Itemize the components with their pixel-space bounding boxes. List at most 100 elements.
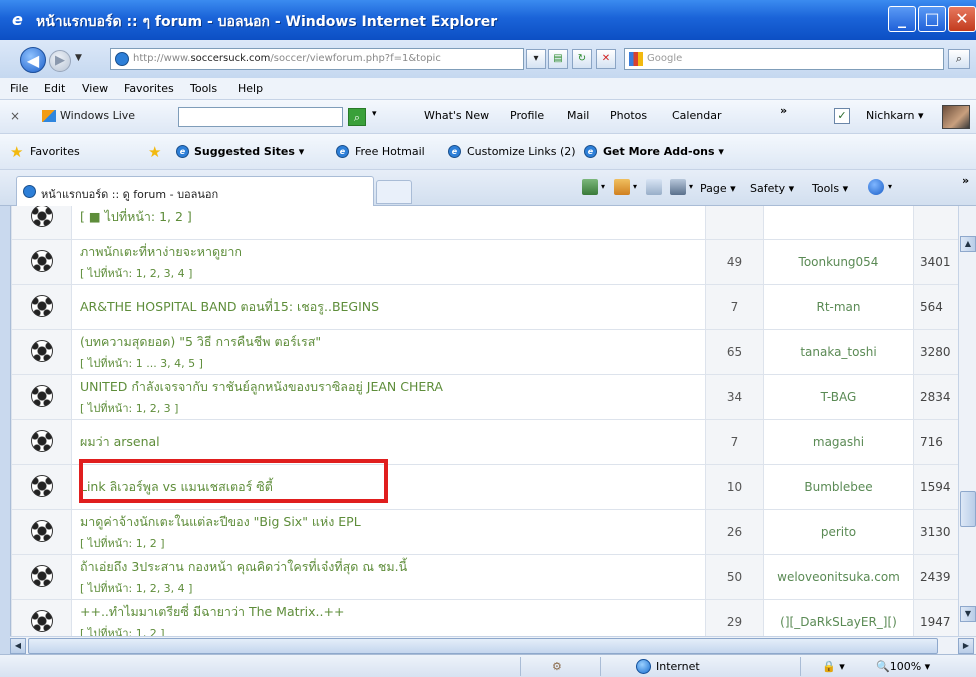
menu-favorites[interactable]: Favorites xyxy=(124,82,174,95)
read-mail-icon[interactable] xyxy=(646,179,662,195)
topic-link[interactable]: (บทความสุดยอด) "5 วิธี การคืนชีพ ตอร์เรส… xyxy=(80,332,705,352)
protected-mode-icon[interactable]: 🔒 ▾ xyxy=(822,660,845,673)
horizontal-scroll-thumb[interactable] xyxy=(28,638,938,654)
windows-live-label[interactable]: Windows Live xyxy=(60,109,135,122)
add-favorite-icon[interactable]: ★ xyxy=(148,143,161,161)
vertical-scroll-thumb[interactable] xyxy=(960,491,976,527)
whats-new-link[interactable]: What's New xyxy=(424,109,489,122)
topic-pages[interactable]: [ ไปที่หน้า: 1, 2 ] xyxy=(80,534,705,552)
topic-link[interactable]: ภาพนักเตะที่หาง่ายจะหาดูยาก xyxy=(80,242,705,262)
topic-link[interactable]: ผมว่า arsenal xyxy=(80,432,705,452)
topic-pages[interactable]: [ ไปที่หน้า: 1, 2, 3 ] xyxy=(80,399,705,417)
back-button[interactable]: ◀ xyxy=(20,47,46,73)
topic-author[interactable] xyxy=(763,206,914,240)
live-search-icon[interactable]: ⌕ xyxy=(348,108,366,126)
topic-author[interactable]: (][_DaRkSLayER_][) xyxy=(763,599,914,636)
topic-author[interactable]: tanaka_toshi xyxy=(763,329,914,375)
menu-tools[interactable]: Tools xyxy=(190,82,217,95)
profile-link[interactable]: Profile xyxy=(510,109,544,122)
get-addons-link[interactable]: Get More Add-ons ▾ xyxy=(603,145,724,158)
mail-link[interactable]: Mail xyxy=(567,109,589,122)
menu-edit[interactable]: Edit xyxy=(44,82,65,95)
status-check-icon[interactable]: ✓ xyxy=(834,108,850,124)
live-search-input[interactable] xyxy=(178,107,343,127)
topic-author[interactable]: Toonkung054 xyxy=(763,239,914,285)
history-dropdown-icon[interactable]: ▼ xyxy=(75,53,82,63)
topic-author[interactable]: perito xyxy=(763,509,914,555)
tools-menu[interactable]: Tools ▾ xyxy=(812,182,848,195)
title-bar[interactable]: e หน้าแรกบอร์ด :: ๆ forum - บอลนอก - Win… xyxy=(0,0,976,40)
scroll-down-icon[interactable]: ▼ xyxy=(960,606,976,622)
topic-link[interactable]: [ ■ ไปที่หน้า: 1, 2 ] xyxy=(80,207,705,227)
topic-author[interactable]: magashi xyxy=(763,419,914,465)
forward-button[interactable]: ▶ xyxy=(49,50,71,72)
scroll-up-icon[interactable]: ▲ xyxy=(960,236,976,252)
topic-link[interactable]: Link ลิเวอร์พูล vs แมนเชสเตอร์ ซิตี้ xyxy=(80,477,705,497)
customize-links-link[interactable]: Customize Links (2) xyxy=(467,145,576,158)
safety-menu[interactable]: Safety ▾ xyxy=(750,182,794,195)
page-content: [ ■ ไปที่หน้า: 1, 2 ] ภาพนักเตะที่หาง่ายจ… xyxy=(10,206,976,636)
soccer-ball-icon xyxy=(30,474,53,497)
topic-pages[interactable]: [ ไปที่หน้า: 1, 2, 3, 4 ] xyxy=(80,264,705,282)
topic-link[interactable]: มาดูค่าจ้างนักเตะในแต่ละปีของ "Big Six" … xyxy=(80,512,705,532)
scroll-right-icon[interactable]: ▶ xyxy=(958,638,974,654)
suggested-sites-icon: e xyxy=(176,145,189,158)
calendar-link[interactable]: Calendar xyxy=(672,109,721,122)
user-menu[interactable]: Nichkarn ▾ xyxy=(866,109,924,122)
favorites-button[interactable]: Favorites xyxy=(30,145,80,158)
suggested-sites-link[interactable]: Suggested Sites ▾ xyxy=(194,145,304,158)
menu-bar: File Edit View Favorites Tools Help xyxy=(0,78,976,100)
topic-row: UNITED กำลังเจรจากับ ราชันย์ลูกหนังของบร… xyxy=(11,374,964,420)
menu-file[interactable]: File xyxy=(10,82,28,95)
topic-pages[interactable]: [ ไปที่หน้า: 1, 2, 3, 4 ] xyxy=(80,579,705,597)
vertical-scrollbar[interactable]: ▲ ▼ xyxy=(958,206,976,636)
stop-icon[interactable]: ✕ xyxy=(596,49,616,69)
topic-link[interactable]: ++..ทำไมมาเตรียซี่ มีฉายาว่า The Matrix.… xyxy=(80,602,705,622)
home-icon[interactable] xyxy=(582,179,598,195)
address-url[interactable]: http://www.soccersuck.com/soccer/viewfor… xyxy=(133,53,441,64)
feeds-dropdown-icon[interactable]: ▾ xyxy=(633,182,637,191)
maximize-button[interactable]: □ xyxy=(918,6,946,32)
compatibility-view-icon[interactable]: ▤ xyxy=(548,49,568,69)
privacy-icon[interactable]: ⚙ xyxy=(552,660,562,673)
topic-pages[interactable]: [ ไปที่หน้า: 1, 2 ] xyxy=(80,624,705,636)
topic-link[interactable]: ถ้าเอ่ยถึง 3ประสาน กองหน้า คุณคิดว่าใครท… xyxy=(80,557,705,577)
topic-pages[interactable]: [ ไปที่หน้า: 1 ... 3, 4, 5 ] xyxy=(80,354,705,372)
security-zone-label[interactable]: Internet xyxy=(656,660,700,673)
tab-forum[interactable]: หน้าแรกบอร์ด :: ดู forum - บอลนอก xyxy=(16,176,374,206)
more-chevron-icon[interactable]: » xyxy=(780,104,787,117)
free-hotmail-link[interactable]: Free Hotmail xyxy=(355,145,425,158)
topic-link[interactable]: AR&THE HOSPITAL BAND ตอนที่15: เชอรู..BE… xyxy=(80,297,705,317)
help-dropdown-icon[interactable]: ▾ xyxy=(888,182,892,191)
address-bar[interactable]: http://www.soccersuck.com/soccer/viewfor… xyxy=(110,48,524,70)
topic-author[interactable]: Bumblebee xyxy=(763,464,914,510)
zoom-level[interactable]: 🔍100% ▾ xyxy=(876,660,930,673)
avatar[interactable] xyxy=(942,105,970,129)
toolbar-chevron-icon[interactable]: » xyxy=(962,174,969,187)
topic-author[interactable]: T-BAG xyxy=(763,374,914,420)
horizontal-scrollbar[interactable]: ◀ ▶ xyxy=(10,636,976,654)
print-icon[interactable] xyxy=(670,179,686,195)
menu-view[interactable]: View xyxy=(82,82,108,95)
live-search-dropdown-icon[interactable]: ▾ xyxy=(372,109,377,119)
topic-author[interactable]: weloveonitsuka.com xyxy=(763,554,914,600)
help-icon[interactable] xyxy=(868,179,884,195)
search-icon[interactable]: ⌕ xyxy=(948,49,970,69)
refresh-icon[interactable]: ↻ xyxy=(572,49,592,69)
print-dropdown-icon[interactable]: ▾ xyxy=(689,182,693,191)
new-tab-button[interactable] xyxy=(376,180,412,204)
close-button[interactable]: ✕ xyxy=(948,6,976,32)
home-dropdown-icon[interactable]: ▾ xyxy=(601,182,605,191)
address-dropdown-icon[interactable]: ▾ xyxy=(526,49,546,69)
feeds-icon[interactable] xyxy=(614,179,630,195)
menu-help[interactable]: Help xyxy=(238,82,263,95)
topic-link[interactable]: UNITED กำลังเจรจากับ ราชันย์ลูกหนังของบร… xyxy=(80,377,705,397)
topic-row: (บทความสุดยอด) "5 วิธี การคืนชีพ ตอร์เรส… xyxy=(11,329,964,375)
minimize-button[interactable]: _ xyxy=(888,6,916,32)
close-toolbar-icon[interactable]: × xyxy=(10,109,20,123)
topic-author[interactable]: Rt-man xyxy=(763,284,914,330)
page-menu[interactable]: Page ▾ xyxy=(700,182,736,195)
search-box[interactable]: Google xyxy=(624,48,944,70)
photos-link[interactable]: Photos xyxy=(610,109,647,122)
scroll-left-icon[interactable]: ◀ xyxy=(10,638,26,654)
